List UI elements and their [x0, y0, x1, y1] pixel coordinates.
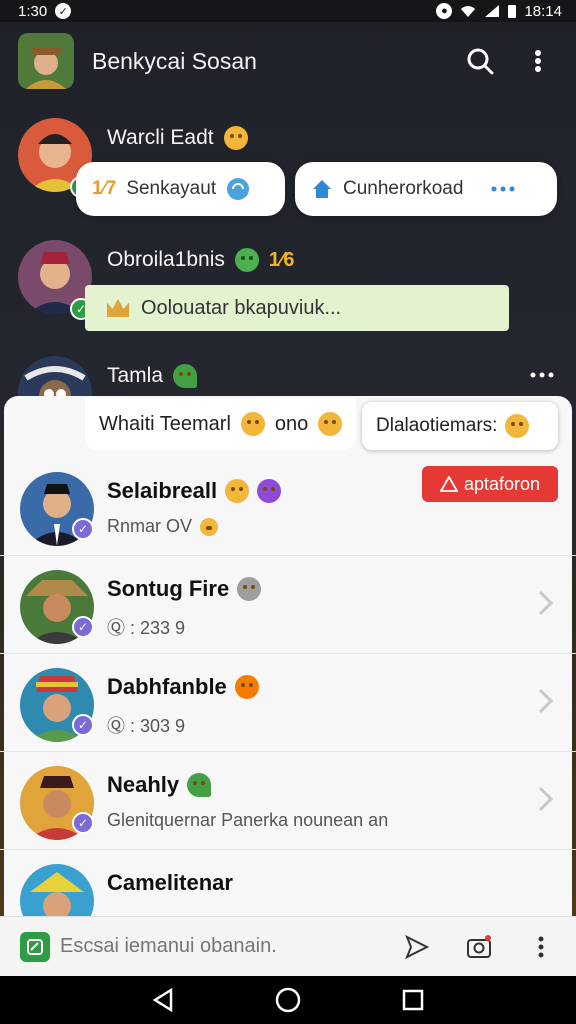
- chip-label: Senkayaut: [126, 178, 217, 199]
- chat-name: Dabhfanble: [107, 674, 227, 699]
- chip-prefix: 1⁄7: [92, 178, 117, 199]
- search-button[interactable]: [460, 41, 500, 81]
- back-button[interactable]: [147, 984, 179, 1016]
- chat-name-row: Camelitenar: [107, 870, 233, 896]
- recents-button[interactable]: [397, 984, 429, 1016]
- tab-dialog[interactable]: Dlalaotiemars:: [362, 402, 558, 450]
- send-icon: [405, 934, 430, 959]
- warning-icon: [439, 476, 458, 492]
- chat-name: Sontug Fire: [107, 576, 230, 601]
- status-bar: 1:30 ✓ ● 18:14: [0, 0, 576, 22]
- home-button[interactable]: [272, 984, 304, 1016]
- purple-emoji-icon: [257, 479, 282, 503]
- chevron-right-icon: [538, 786, 554, 812]
- fire-emoji-icon: [234, 675, 259, 699]
- chat-subtitle-row: Rnmar OV: [107, 516, 219, 537]
- chat-name: Obroila1bnis: [107, 248, 225, 271]
- compose-bar: [0, 916, 576, 976]
- chip-label: Cunherorkoad: [343, 178, 464, 199]
- chat-name-row: Obroila1bnis 1⁄6: [107, 248, 295, 272]
- more-vertical-icon: [538, 936, 544, 957]
- chat-subtitle: Ⓠ : 233 9: [107, 618, 186, 638]
- status-time-right: 18:14: [524, 2, 562, 20]
- sticker-icon: [27, 938, 43, 955]
- chat-chip-right[interactable]: Cunherorkoad: [295, 162, 557, 216]
- info-emoji-icon: [237, 577, 262, 601]
- chat-row[interactable]: Camelitenar: [0, 850, 576, 916]
- system-nav-bar: [0, 976, 576, 1024]
- send-button[interactable]: [402, 932, 432, 962]
- chat-name: Warcli Eadt: [107, 126, 214, 149]
- green-face-emoji-icon: [234, 248, 259, 272]
- chat-row[interactable]: ✓ Dabhfanble Ⓠ : 303 9: [0, 654, 576, 752]
- avatar: [20, 864, 94, 916]
- more-options-button[interactable]: [518, 41, 558, 81]
- more-vertical-icon: [535, 50, 541, 72]
- camera-button[interactable]: [464, 932, 494, 962]
- chat-name: Neahly: [107, 772, 180, 797]
- unread-count: 1⁄6: [268, 248, 295, 271]
- action-label: aptaforon: [463, 473, 541, 494]
- chat-name: Camelitenar: [107, 870, 233, 895]
- chat-name-row: Tamla: [107, 364, 198, 388]
- chat-name: Selaibreall: [107, 478, 218, 503]
- chat-subtitle: Glenitquernar Panerka nounean an: [107, 810, 389, 830]
- chat-row[interactable]: ✓ Sontug Fire Ⓠ : 233 9: [0, 556, 576, 654]
- verified-badge-icon: ✓: [72, 616, 94, 638]
- hand-emoji-icon: [505, 414, 530, 438]
- camera-icon: [467, 934, 491, 958]
- chat-subtitle: Ⓠ : 303 9: [107, 716, 186, 736]
- chevron-right-icon: [538, 590, 554, 616]
- app-header: Benkycai Sosan: [0, 22, 576, 100]
- chat-chip-left[interactable]: 1⁄7 Senkayaut: [76, 162, 285, 216]
- tab-label: Whaiti Teemarl: [99, 412, 231, 435]
- smile-emoji-icon: [240, 412, 265, 436]
- chat-name-row: Warcli Eadt: [107, 126, 248, 150]
- app-title: Benkycai Sosan: [92, 47, 257, 74]
- message-preview-bubble[interactable]: Oolouatar bkapuviuk...: [85, 285, 509, 331]
- crown-icon: [107, 299, 129, 317]
- chat-name-row: Neahly: [107, 772, 212, 798]
- wifi-icon: [461, 6, 476, 17]
- clover-emoji-icon: [187, 773, 212, 797]
- leaf-emoji-icon: [173, 364, 198, 388]
- tab-team[interactable]: Whaiti Teemarl ono: [85, 398, 357, 450]
- more-horizontal-icon[interactable]: [530, 372, 554, 378]
- chat-subtitle: Rnmar OV: [107, 516, 193, 536]
- smile-emoji-icon: [223, 126, 248, 150]
- chevron-right-icon: [538, 688, 554, 714]
- battery-icon: [508, 5, 517, 18]
- compose-more-button[interactable]: [526, 932, 556, 962]
- hand-emoji-icon: [200, 517, 219, 536]
- home-circle-icon: [275, 987, 301, 1013]
- verified-badge-icon: ✓: [72, 518, 94, 540]
- refresh-icon: [227, 178, 250, 200]
- message-input[interactable]: [60, 935, 370, 958]
- chat-name-row: Dabhfanble: [107, 674, 259, 700]
- action-button[interactable]: aptaforon: [422, 466, 558, 502]
- smile-emoji-icon: [318, 412, 343, 436]
- chat-row[interactable]: ✓ Neahly Glenitquernar Panerka nounean a…: [0, 752, 576, 850]
- chat-name: Tamla: [107, 364, 164, 387]
- home-icon: [313, 180, 331, 198]
- more-horizontal-icon: [491, 186, 515, 192]
- tab-suffix: ono: [274, 412, 309, 435]
- verified-badge-icon: ✓: [72, 812, 94, 834]
- chat-name-row: Sontug Fire: [107, 576, 262, 602]
- back-triangle-icon: [152, 987, 172, 1013]
- recents-square-icon: [403, 989, 424, 1011]
- check-icon: ✓: [55, 3, 72, 19]
- signal-icon: [485, 5, 500, 17]
- attach-button[interactable]: [20, 931, 50, 962]
- chat-name-row: Selaibreall: [107, 478, 282, 504]
- verified-badge-icon: ✓: [72, 714, 94, 736]
- profile-avatar[interactable]: [18, 33, 74, 89]
- status-time-left: 1:30: [18, 2, 48, 20]
- alarm-icon: ●: [436, 3, 453, 19]
- tab-label: Dlalaotiemars:: [376, 415, 498, 436]
- message-preview-text: Oolouatar bkapuviuk...: [141, 296, 342, 319]
- search-icon: [467, 48, 494, 75]
- smile-emoji-icon: [225, 479, 250, 503]
